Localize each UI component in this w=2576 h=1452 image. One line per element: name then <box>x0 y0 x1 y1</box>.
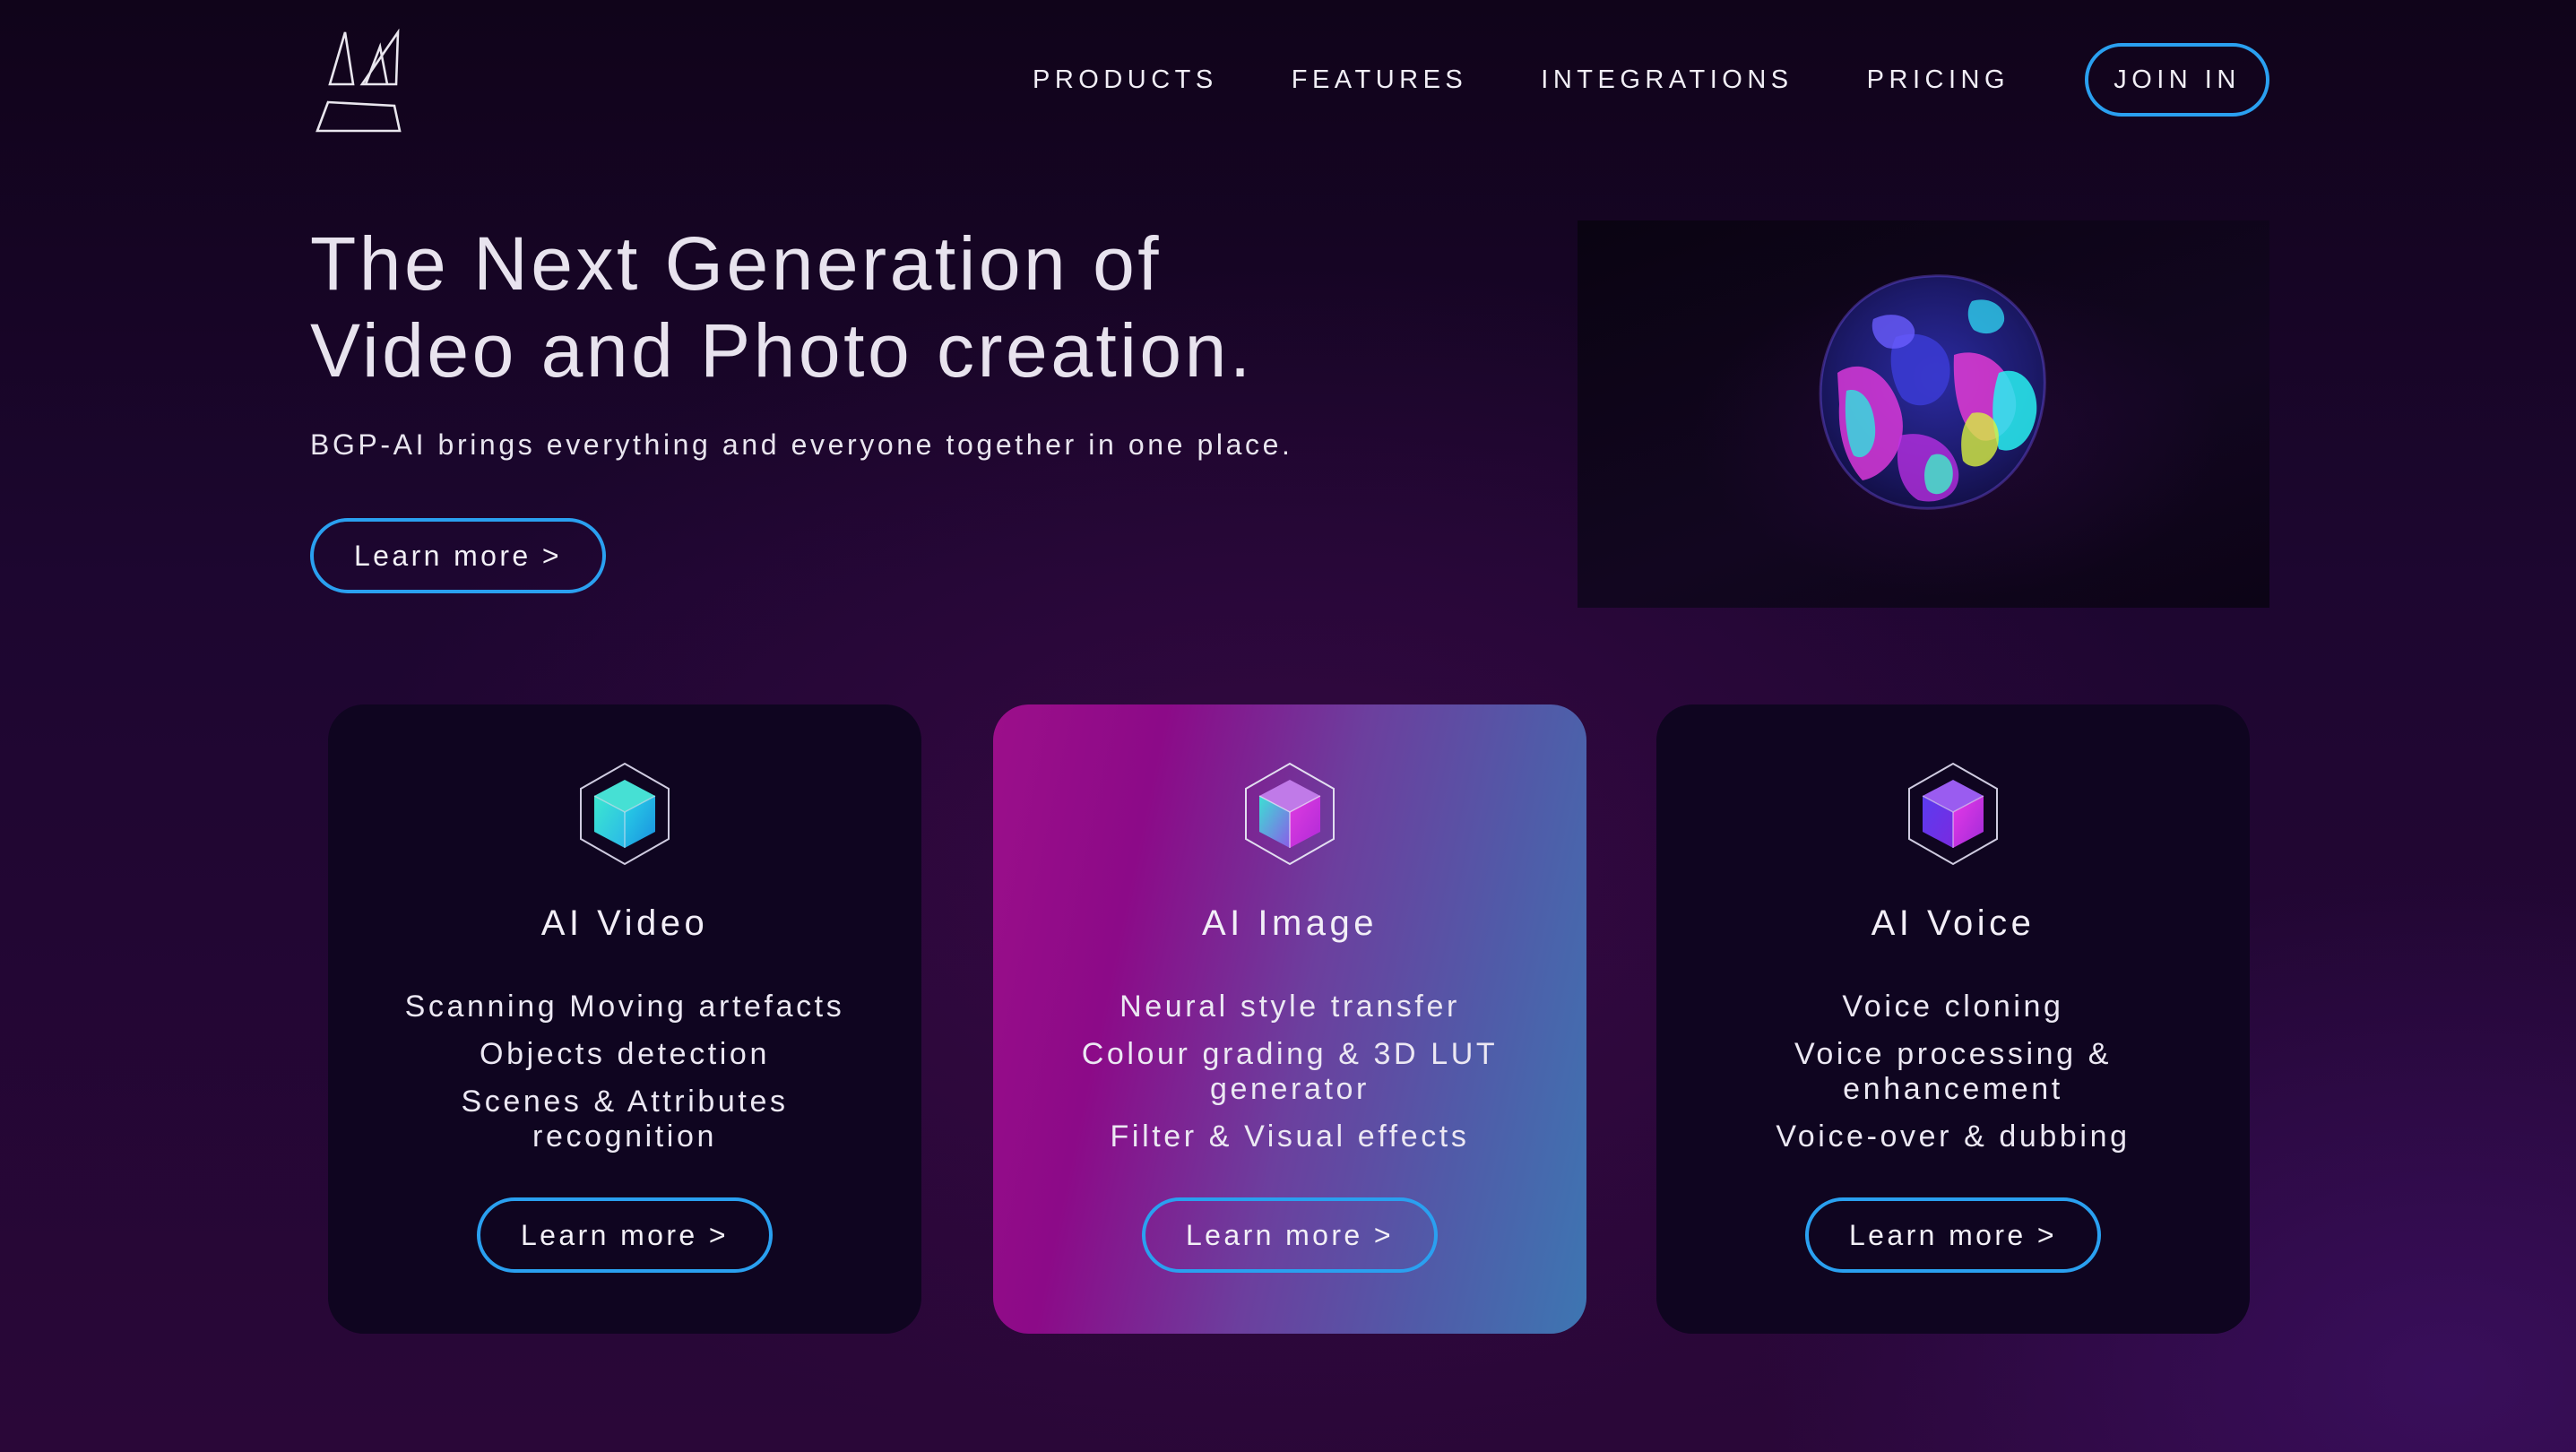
cube-icon <box>580 762 670 866</box>
list-item: Neural style transfer <box>1119 990 1460 1024</box>
hero-learn-more-button[interactable]: Learn more > <box>310 518 606 593</box>
main-nav: PRODUCTS FEATURES INTEGRATIONS PRICING J… <box>1033 43 2269 117</box>
ai-image-learn-more-button[interactable]: Learn more > <box>1142 1197 1438 1273</box>
list-item: Voice processing & enhancement <box>1794 1037 2112 1106</box>
list-item: Voice-over & dubbing <box>1776 1119 2131 1154</box>
join-in-button[interactable]: JOIN IN <box>2085 43 2269 117</box>
list-item: Objects detection <box>480 1037 770 1071</box>
card-ai-video: AI Video Scanning Moving artefacts Objec… <box>328 704 921 1334</box>
abstract-a-logo-icon[interactable] <box>316 29 402 133</box>
card-ai-image: AI Image Neural style transfer Colour gr… <box>993 704 1586 1334</box>
nav-item-products[interactable]: PRODUCTS <box>1033 65 1218 95</box>
cube-icon <box>1908 762 1998 866</box>
feature-list: Voice cloning Voice processing & enhance… <box>1692 990 2214 1167</box>
hero-title-line-2: Video and Photo creation. <box>310 308 1254 393</box>
ai-video-learn-more-button[interactable]: Learn more > <box>477 1197 773 1273</box>
hero-subtitle: BGP-AI brings everything and everyone to… <box>310 428 1293 461</box>
iridescent-blob-image <box>1819 274 2046 510</box>
ai-voice-learn-more-button[interactable]: Learn more > <box>1805 1197 2101 1273</box>
cube-icon <box>1245 762 1335 866</box>
card-title: AI Image <box>1201 903 1379 943</box>
card-ai-voice: AI Voice Voice cloning Voice processing … <box>1656 704 2250 1334</box>
nav-item-integrations[interactable]: INTEGRATIONS <box>1541 65 1793 95</box>
list-item: Scenes & Attributes recognition <box>461 1085 789 1154</box>
hero-title-line-1: The Next Generation of <box>310 221 1163 306</box>
card-title: AI Video <box>540 903 709 943</box>
landing-page: PRODUCTS FEATURES INTEGRATIONS PRICING J… <box>0 0 2576 1452</box>
nav-item-features[interactable]: FEATURES <box>1292 65 1468 95</box>
card-title: AI Voice <box>1871 903 2036 943</box>
hero-title: The Next Generation of Video and Photo c… <box>310 220 1475 394</box>
site-header: PRODUCTS FEATURES INTEGRATIONS PRICING J… <box>312 27 2269 134</box>
nav-item-pricing[interactable]: PRICING <box>1867 65 2010 95</box>
feature-list: Scanning Moving artefacts Objects detect… <box>364 990 886 1167</box>
hero-media <box>1578 220 2269 608</box>
list-item: Scanning Moving artefacts <box>404 990 845 1024</box>
feature-list: Neural style transfer Colour grading & 3… <box>1029 990 1551 1167</box>
list-item: Filter & Visual effects <box>1110 1119 1470 1154</box>
list-item: Colour grading & 3D LUT generator <box>1081 1037 1499 1106</box>
list-item: Voice cloning <box>1842 990 2064 1024</box>
